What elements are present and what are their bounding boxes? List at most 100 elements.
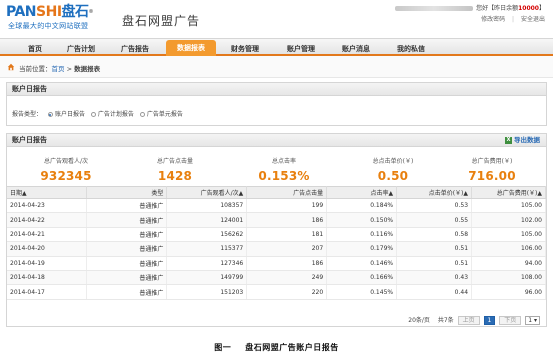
balance-value: 10000 [518, 5, 539, 12]
main-nav: 首页 广告计划 广告报告 数据报表 财务管理 账户管理 账户消息 我的私信 [0, 38, 553, 56]
cell-clicks: 186 [246, 212, 328, 228]
filter-panel: 账户日报告 报告类型： 账户日报告 广告计划报告 广告单元报告 [6, 82, 547, 126]
cell-cpc: 0.55 [396, 212, 473, 228]
stat-total-views: 总广告观看人/次 932345 [11, 156, 121, 183]
report-type-selector: 报告类型： 账户日报告 广告计划报告 广告单元报告 [12, 109, 183, 118]
cell-cpc: 0.51 [396, 241, 473, 257]
stat-label: 总广告点击量 [156, 158, 193, 165]
cell-cpc: 0.51 [396, 256, 473, 271]
stat-value: 1428 [157, 169, 193, 183]
greeting: 您好 [476, 5, 489, 12]
pager-total: 共7条 [437, 317, 454, 324]
pagination: 20条/页 共7条 上页 1 下页 1 ▾ [408, 315, 540, 325]
cell-type: 普通推广 [86, 270, 168, 286]
table-row: 2014-04-19 普通推广 127346 186 0.146% 0.51 94.00 [7, 256, 546, 271]
radio-plan-report[interactable] [90, 112, 96, 117]
logo[interactable]: PANSHI盘石® 全球最大的中文网站联盟 [6, 4, 114, 34]
figure-caption: 图一 盘石网盟广告账户日报告 [0, 342, 553, 353]
link-separator: | [512, 16, 515, 23]
cell-clicks: 181 [246, 227, 328, 243]
logo-part2: SHI [36, 4, 62, 20]
nav-private-mail[interactable]: 我的私信 [388, 42, 434, 56]
cell-date: 2014-04-18 [7, 270, 88, 286]
logo-wordmark: PANSHI盘石® [6, 4, 93, 20]
cell-cost: 105.00 [471, 227, 546, 243]
pager-select-value: 1 [528, 317, 533, 324]
radio-unit-report[interactable] [139, 112, 145, 117]
table-row: 2014-04-17 普通推广 151203 220 0.145% 0.44 96.00 [7, 284, 546, 300]
stat-label: 总广告费用(￥) [471, 158, 513, 165]
nav-ad-report[interactable]: 广告报告 [112, 42, 158, 56]
cell-date: 2014-04-21 [7, 227, 88, 243]
nav-data-report[interactable]: 数据报表 [166, 40, 216, 56]
cell-ctr: 0.166% [326, 270, 398, 286]
report-panel-title: 账户日报告 [12, 136, 47, 144]
table-row: 2014-04-21 普通推广 156262 181 0.116% 0.58 105.00 [7, 227, 546, 243]
stat-value: 0.50 [377, 169, 409, 183]
logout-link[interactable]: 安全退出 [521, 16, 545, 23]
stat-value: 0.153% [258, 169, 310, 183]
cell-cost: 94.00 [471, 256, 546, 271]
col-header-date[interactable]: 日期▲ [7, 186, 88, 199]
redacted-username [395, 6, 474, 11]
report-panel: 账户日报告 X 导出数据 总广告观看人/次 932345 总广告点击量 1428 … [6, 133, 547, 327]
radio-unit-report-label[interactable]: 广告单元报告 [147, 111, 183, 118]
cell-views: 124001 [166, 212, 248, 228]
col-header-cpc[interactable]: 点击单价(￥)▲ [396, 186, 473, 199]
cell-ctr: 0.184% [326, 198, 398, 214]
cell-cpc: 0.43 [396, 270, 473, 286]
radio-account-daily[interactable] [47, 112, 53, 117]
radio-account-daily-label[interactable]: 账户日报告 [55, 111, 85, 118]
cell-date: 2014-04-17 [7, 284, 88, 300]
cell-date: 2014-04-22 [7, 212, 88, 228]
cell-views: 127346 [166, 256, 248, 271]
table-body: 2014-04-23 普通推广 108357 199 0.184% 0.53 105.00 2… [7, 198, 546, 300]
nav-messages[interactable]: 账户消息 [333, 42, 379, 56]
pager-next-button[interactable]: 下页 [499, 316, 522, 325]
cell-ctr: 0.150% [326, 212, 398, 228]
cell-type: 普通推广 [86, 198, 168, 214]
home-icon [7, 63, 15, 71]
pager-current-page[interactable]: 1 [483, 316, 496, 325]
balance-end: 】 [538, 5, 545, 12]
cell-date: 2014-04-20 [7, 241, 88, 257]
cell-ctr: 0.116% [326, 227, 398, 243]
cell-cost: 96.00 [471, 284, 546, 300]
cell-clicks: 249 [246, 270, 328, 286]
col-header-views[interactable]: 广告观看人/次▲ [166, 186, 248, 199]
pager-page-select[interactable]: 1 ▾ [525, 316, 540, 325]
nav-home[interactable]: 首页 [18, 42, 52, 56]
cell-views: 115377 [166, 241, 248, 257]
export-button[interactable]: X 导出数据 [505, 134, 540, 147]
nav-finance[interactable]: 财务管理 [222, 42, 268, 56]
cell-ctr: 0.145% [326, 284, 398, 300]
header-links: 修改密码 | 安全退出 [476, 14, 545, 23]
cell-cpc: 0.44 [396, 284, 473, 300]
col-header-clicks: 广告点击量 [246, 186, 328, 199]
nav-ad-plan[interactable]: 广告计划 [58, 42, 104, 56]
account-info: 您好【昨日余额10000】 [395, 3, 545, 12]
col-header-cost[interactable]: 总广告费用(￥)▲ [471, 186, 546, 199]
cell-date: 2014-04-23 [7, 198, 88, 214]
cell-type: 普通推广 [86, 256, 168, 271]
stat-label: 总点击单价(￥) [372, 158, 414, 165]
report-type-label: 报告类型： [12, 111, 43, 118]
cell-type: 普通推广 [86, 241, 168, 257]
col-header-ctr[interactable]: 点击率▲ [326, 186, 398, 199]
excel-icon: X [505, 136, 512, 144]
nav-account[interactable]: 账户管理 [278, 42, 324, 56]
change-password-link[interactable]: 修改密码 [481, 16, 505, 23]
cell-cost: 105.00 [471, 198, 546, 214]
breadcrumb-home-link[interactable]: 首页 [52, 65, 65, 73]
caption-figure-number: 图一 [214, 343, 232, 352]
col-header-type: 类型 [86, 186, 168, 199]
logo-tagline: 全球最大的中文网站联盟 [8, 22, 89, 30]
breadcrumb-prefix: 当前位置： [19, 65, 52, 73]
cell-type: 普通推广 [86, 284, 168, 300]
pager-per-page: 20条/页 [408, 317, 430, 324]
table-row: 2014-04-20 普通推广 115377 207 0.179% 0.51 106.00 [7, 241, 546, 257]
pager-prev-button[interactable]: 上页 [457, 316, 480, 325]
radio-plan-report-label[interactable]: 广告计划报告 [98, 111, 134, 118]
logo-part1: PAN [6, 4, 37, 20]
cell-views: 149799 [166, 270, 248, 286]
